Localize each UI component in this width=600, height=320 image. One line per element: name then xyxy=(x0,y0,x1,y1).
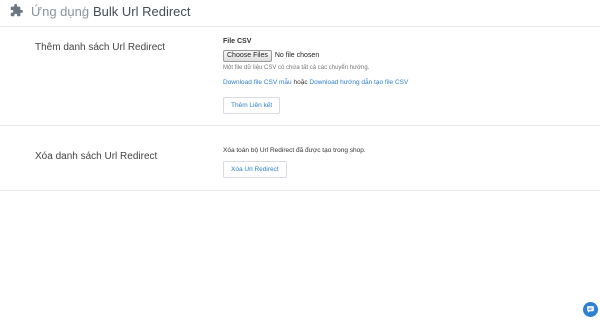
file-csv-label: File CSV xyxy=(223,38,252,45)
links-connector: hoặc xyxy=(293,79,308,86)
delete-redirect-section: Xóa danh sách Url Redirect Xóa toàn bộ U… xyxy=(0,126,600,191)
chat-icon xyxy=(587,306,594,313)
add-redirect-section: Thêm danh sách Url Redirect File CSV Cho… xyxy=(0,27,600,126)
delete-description: Xóa toàn bộ Url Redirect đã được tạo tro… xyxy=(223,147,366,154)
download-sample-csv-link[interactable]: Download file CSV mẫu xyxy=(223,79,292,86)
file-input-row: Choose Files No file chosen xyxy=(223,49,320,62)
no-file-chosen-text: No file chosen xyxy=(274,52,320,59)
delete-url-redirect-button[interactable]: Xóa Url Redirect xyxy=(223,161,287,178)
add-links-button[interactable]: Thêm Liên kết xyxy=(223,97,281,114)
add-section-title: Thêm danh sách Url Redirect xyxy=(35,42,166,53)
top-bar: Ứng dụng / Bulk Url Redirect xyxy=(0,0,600,27)
delete-section-title: Xóa danh sách Url Redirect xyxy=(35,151,158,162)
breadcrumb-separator: / xyxy=(82,4,86,19)
chat-widget-button[interactable] xyxy=(583,302,598,317)
breadcrumb-apps-link[interactable]: Ứng dụng xyxy=(31,4,89,20)
file-help-text: Một file dữ liệu CSV có chứa tất cả các … xyxy=(223,65,370,71)
download-guide-link[interactable]: Download hướng dẫn tạo file CSV xyxy=(309,79,408,86)
choose-files-button[interactable]: Choose Files xyxy=(223,49,272,62)
page-title: Bulk Url Redirect xyxy=(93,4,191,19)
download-links: Download file CSV mẫu hoặc Download hướn… xyxy=(223,79,408,86)
puzzle-piece-icon[interactable] xyxy=(9,4,23,18)
